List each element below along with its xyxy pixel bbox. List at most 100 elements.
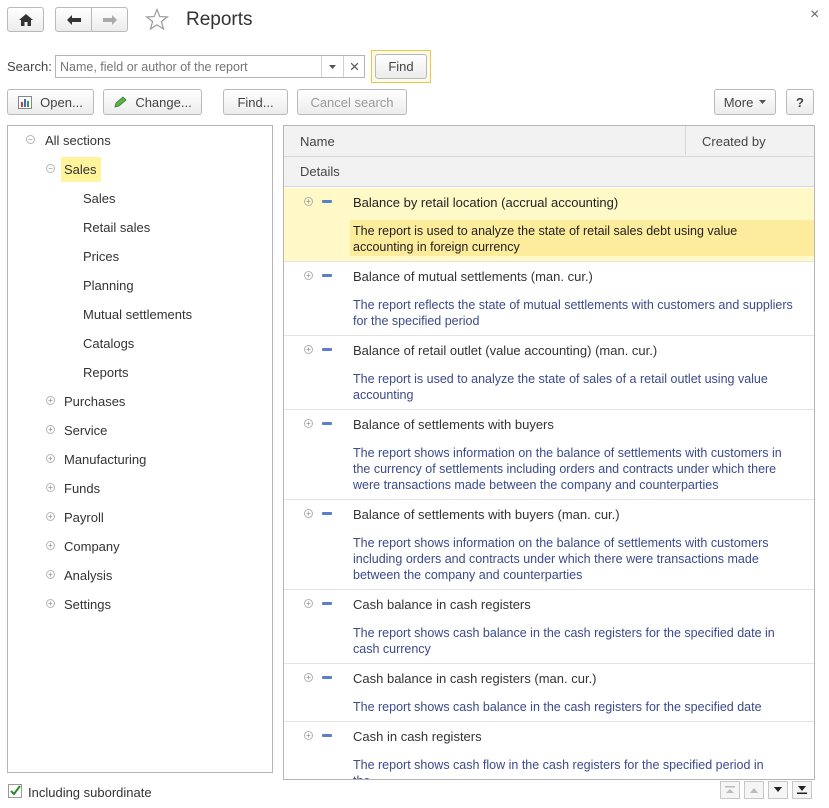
report-description: The report shows information on the bala…: [353, 536, 769, 582]
search-field[interactable]: [55, 55, 365, 78]
report-description: The report shows information on the bala…: [353, 446, 782, 492]
tree-child-item[interactable]: Retail sales: [83, 220, 150, 235]
column-details[interactable]: Details: [300, 164, 340, 179]
report-title: Cash balance in cash registers (man. cur…: [353, 671, 597, 686]
report-icon: [322, 512, 332, 515]
arrow-right-icon: [102, 14, 117, 25]
expand-icon[interactable]: +: [46, 599, 55, 608]
report-row[interactable]: + Cash balance in cash registers The rep…: [284, 590, 814, 664]
expand-icon[interactable]: +: [46, 512, 55, 521]
go-bottom-icon: [797, 786, 807, 794]
tree-item-settings[interactable]: Settings: [64, 597, 111, 612]
open-button[interactable]: Open...: [7, 89, 94, 115]
expand-icon[interactable]: +: [304, 345, 313, 354]
checkmark-icon: [10, 785, 21, 796]
tree-child-item[interactable]: Mutual settlements: [83, 307, 192, 322]
report-row[interactable]: + Balance of retail outlet (value accoun…: [284, 336, 814, 410]
tree-child-item[interactable]: Reports: [83, 365, 129, 380]
tree-child-item[interactable]: Sales: [83, 191, 116, 206]
tree-item-purchases[interactable]: Purchases: [64, 394, 125, 409]
tree-item-funds[interactable]: Funds: [64, 481, 100, 496]
chevron-down-icon: [759, 100, 767, 104]
report-title: Cash balance in cash registers: [353, 597, 531, 612]
expand-icon[interactable]: +: [46, 454, 55, 463]
collapse-icon[interactable]: −: [26, 135, 35, 144]
search-dropdown-button[interactable]: [321, 56, 343, 77]
report-description: The report shows cash flow in the cash r…: [353, 758, 764, 779]
expand-icon[interactable]: +: [304, 673, 313, 682]
expand-icon[interactable]: +: [46, 541, 55, 550]
list-header: Name Created by Details: [284, 126, 814, 187]
expand-icon[interactable]: +: [304, 731, 313, 740]
header-divider: [284, 156, 814, 157]
scroll-last-button[interactable]: [792, 781, 812, 799]
tree-item-sales[interactable]: Sales: [64, 162, 97, 177]
go-top-icon: [725, 786, 735, 793]
clear-icon: [351, 63, 358, 70]
collapse-icon[interactable]: −: [46, 164, 55, 173]
favorite-star-icon[interactable]: [145, 8, 169, 31]
arrow-left-icon: [66, 14, 81, 25]
including-subordinate-label: Including subordinate: [28, 785, 152, 800]
close-icon[interactable]: ×: [810, 6, 819, 24]
report-title: Balance of settlements with buyers (man.…: [353, 507, 620, 522]
report-row[interactable]: + Balance of settlements with buyers The…: [284, 410, 814, 500]
search-label: Search:: [7, 59, 52, 74]
report-icon: [322, 676, 332, 679]
cancel-search-button[interactable]: Cancel search: [297, 89, 407, 115]
report-row[interactable]: + Cash balance in cash registers (man. c…: [284, 664, 814, 722]
report-icon: [322, 200, 332, 203]
column-divider: [685, 126, 686, 155]
expand-icon[interactable]: +: [304, 419, 313, 428]
expand-icon[interactable]: +: [46, 483, 55, 492]
tree-child-item[interactable]: Planning: [83, 278, 134, 293]
scroll-up-button[interactable]: [744, 781, 764, 799]
tree-item-analysis[interactable]: Analysis: [64, 568, 112, 583]
page-title: Reports: [186, 9, 253, 30]
report-description: The report reflects the state of mutual …: [353, 298, 793, 328]
report-icon: [322, 602, 332, 605]
scroll-down-button[interactable]: [768, 781, 788, 799]
report-row[interactable]: + Cash in cash registers The report show…: [284, 722, 814, 779]
report-chart-icon: [18, 95, 33, 109]
report-title: Balance of retail outlet (value accounti…: [353, 343, 658, 358]
expand-icon[interactable]: +: [46, 425, 55, 434]
expand-icon[interactable]: +: [304, 509, 313, 518]
find-dialog-button[interactable]: Find...: [223, 89, 288, 115]
tree-item-company[interactable]: Company: [64, 539, 120, 554]
change-button[interactable]: Change...: [103, 89, 202, 115]
report-row[interactable]: + Balance of settlements with buyers (ma…: [284, 500, 814, 590]
arrow-up-icon: [750, 788, 758, 793]
report-title: Balance of mutual settlements (man. cur.…: [353, 269, 593, 284]
tree-child-item[interactable]: Prices: [83, 249, 119, 264]
back-button[interactable]: [55, 7, 92, 32]
report-row-selected[interactable]: + Balance by retail location (accrual ac…: [284, 188, 814, 262]
scroll-first-button[interactable]: [720, 781, 740, 799]
forward-button[interactable]: [91, 7, 128, 32]
home-button[interactable]: [7, 7, 44, 32]
tree-item-manufacturing[interactable]: Manufacturing: [64, 452, 146, 467]
tree-item-service[interactable]: Service: [64, 423, 107, 438]
report-title: Cash in cash registers: [353, 729, 482, 744]
report-icon: [322, 348, 332, 351]
search-input[interactable]: [56, 56, 329, 77]
tree-item-payroll[interactable]: Payroll: [64, 510, 104, 525]
column-name[interactable]: Name: [300, 134, 335, 149]
search-clear-button[interactable]: [343, 56, 365, 77]
column-created-by[interactable]: Created by: [702, 134, 766, 149]
more-button[interactable]: More: [714, 89, 776, 115]
help-button[interactable]: ?: [786, 89, 814, 115]
including-subordinate-checkbox[interactable]: [8, 784, 22, 798]
report-row[interactable]: + Balance of mutual settlements (man. cu…: [284, 262, 814, 336]
expand-icon[interactable]: +: [304, 271, 313, 280]
expand-icon[interactable]: +: [304, 197, 313, 206]
report-description: The report is used to analyze the state …: [353, 224, 738, 254]
tree-root[interactable]: All sections: [45, 133, 111, 148]
expand-icon[interactable]: +: [46, 396, 55, 405]
report-description: The report shows cash balance in the cas…: [353, 700, 762, 714]
find-button[interactable]: Find: [375, 54, 427, 79]
tree-child-item[interactable]: Catalogs: [83, 336, 134, 351]
expand-icon[interactable]: +: [46, 570, 55, 579]
report-title: Balance by retail location (accrual acco…: [353, 195, 619, 210]
expand-icon[interactable]: +: [304, 599, 313, 608]
